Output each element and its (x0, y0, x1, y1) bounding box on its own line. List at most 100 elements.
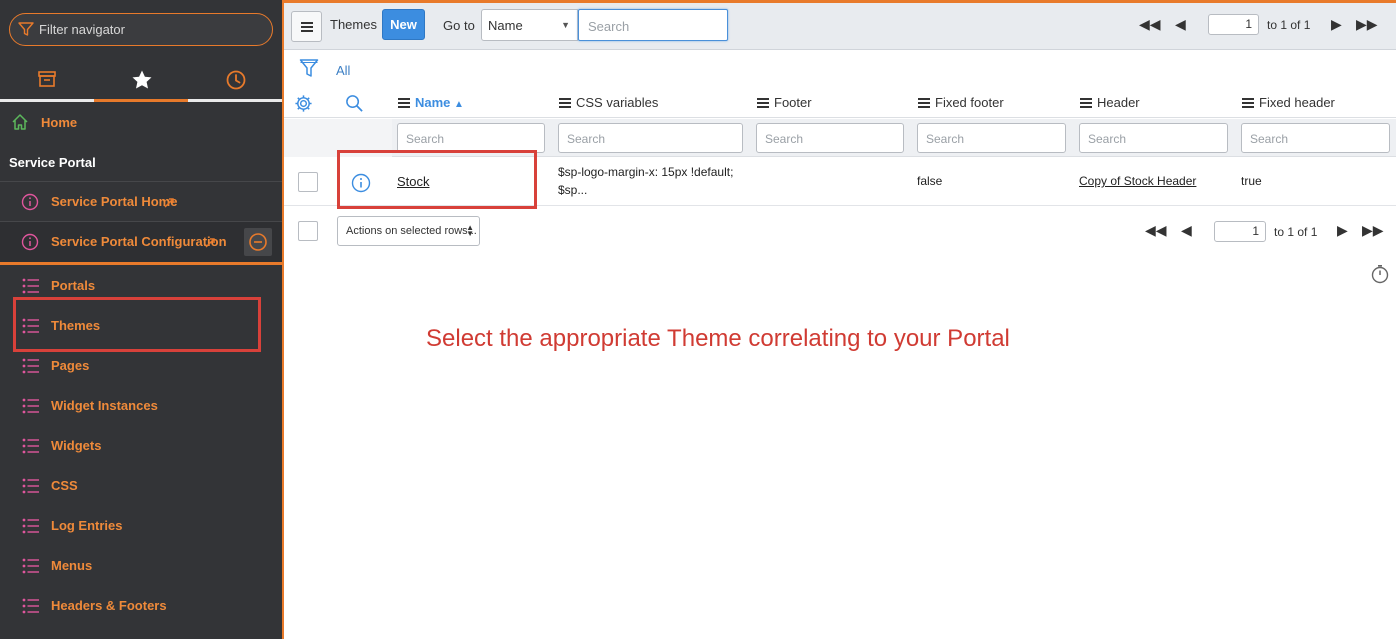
actions-select[interactable]: Actions on selected rows... ▲ ▼ (337, 216, 480, 246)
column-search-header[interactable]: Search (1079, 123, 1228, 153)
column-menu-icon[interactable] (1080, 98, 1092, 108)
next-page-icon[interactable]: ▶ (1331, 16, 1342, 33)
list-title: Themes (330, 17, 377, 32)
column-menu-icon[interactable] (559, 98, 571, 108)
list-icon (22, 598, 40, 619)
search-icon[interactable] (345, 94, 364, 118)
section-label: Service Portal (9, 155, 96, 170)
home-label: Home (41, 115, 78, 130)
actions-select-value: Actions on selected rows... (346, 225, 477, 237)
themes-highlight-box (13, 297, 261, 352)
module-pages[interactable]: Pages (0, 346, 282, 386)
list-icon (22, 558, 40, 579)
list-menu-button[interactable] (291, 11, 322, 42)
page-range-text: to 1 of 1 (1267, 18, 1311, 32)
column-header-fixed-header[interactable]: Fixed header (1242, 95, 1335, 110)
search-placeholder: Search (588, 19, 630, 34)
column-header-name[interactable]: Name ▲ (398, 95, 464, 110)
sort-ascending-icon: ▲ (454, 99, 464, 110)
row-checkbox[interactable] (298, 172, 318, 192)
module-widget-instances[interactable]: Widget Instances (0, 386, 282, 426)
search-placeholder: Search (567, 132, 606, 146)
nav-service-portal-configuration[interactable]: Service Portal Configuration (0, 222, 282, 262)
column-header-css-variables[interactable]: CSS variables (559, 95, 658, 110)
column-header-fixed-footer[interactable]: Fixed footer (918, 95, 1004, 110)
goto-label: Go to (443, 18, 475, 33)
cell-fixed-footer: false (917, 174, 943, 188)
new-button[interactable]: New (382, 9, 425, 40)
external-link-icon (205, 235, 217, 253)
column-menu-icon[interactable] (1242, 98, 1254, 108)
tab-all-applications[interactable] (0, 58, 94, 102)
nav-home[interactable]: Home (0, 104, 282, 140)
module-label: CSS (51, 478, 78, 493)
tab-history[interactable] (188, 58, 282, 102)
page-number-input[interactable]: 1 (1208, 14, 1259, 35)
column-header-footer[interactable]: Footer (757, 95, 812, 110)
page-number-input[interactable]: 1 (1214, 221, 1266, 242)
first-page-icon[interactable]: ◀◀ (1145, 222, 1167, 239)
list-icon (22, 518, 40, 539)
collapse-button[interactable] (244, 228, 272, 256)
list-icon (22, 398, 40, 419)
next-page-icon[interactable]: ▶ (1337, 222, 1348, 239)
breadcrumb-all[interactable]: All (336, 63, 350, 78)
list-search-input[interactable]: Search (578, 9, 728, 41)
column-header-row: Name ▲ CSS variables Footer Fixed footer… (284, 88, 1396, 118)
column-search-footer[interactable]: Search (756, 123, 904, 153)
column-search-fixed-header[interactable]: Search (1241, 123, 1390, 153)
list-view: Themes New Go to Name ▼ Search ◀◀ ◀ 1 to… (284, 0, 1396, 639)
column-search-fixed-footer[interactable]: Search (917, 123, 1066, 153)
application-navigator: Filter navigator Home Service Portal Ser… (0, 0, 284, 639)
column-label: CSS variables (576, 95, 659, 110)
search-placeholder: Search (406, 132, 445, 146)
external-link-icon (164, 195, 176, 213)
column-label: Fixed footer (935, 95, 1004, 110)
column-search-css-variables[interactable]: Search (558, 123, 743, 153)
column-menu-icon[interactable] (398, 98, 410, 108)
tab-favorites[interactable] (94, 58, 188, 102)
column-label: Name (415, 95, 451, 110)
column-search-name[interactable]: Search (397, 123, 545, 153)
previous-page-icon[interactable]: ◀ (1181, 222, 1192, 239)
search-placeholder: Search (1250, 132, 1289, 146)
breadcrumb: All (284, 51, 1396, 87)
list-toolbar: Themes New Go to Name ▼ Search ◀◀ ◀ 1 to… (284, 3, 1396, 50)
module-headers-footers[interactable]: Headers & Footers (0, 586, 282, 626)
filter-icon[interactable] (299, 57, 319, 84)
last-page-icon[interactable]: ▶▶ (1356, 16, 1378, 33)
nav-label: Service Portal Configuration (51, 234, 227, 249)
cell-header-link[interactable]: Copy of Stock Header (1079, 174, 1196, 188)
last-page-icon[interactable]: ▶▶ (1362, 222, 1384, 239)
module-css[interactable]: CSS (0, 466, 282, 506)
annotation-text: Select the appropriate Theme correlating… (426, 325, 1010, 352)
archive-icon (38, 71, 56, 87)
stock-highlight-box (337, 150, 537, 209)
nav-label: Service Portal Home (51, 194, 178, 209)
module-log-entries[interactable]: Log Entries (0, 506, 282, 546)
column-header-header[interactable]: Header (1080, 95, 1140, 110)
page-range-text: to 1 of 1 (1274, 225, 1318, 239)
dropdown-arrow-icon: ▼ (561, 20, 570, 30)
module-label: Menus (51, 558, 93, 573)
search-placeholder: Search (1088, 132, 1127, 146)
module-label: Log Entries (51, 518, 123, 533)
filter-navigator-input[interactable]: Filter navigator (9, 13, 273, 46)
filter-placeholder: Filter navigator (39, 22, 125, 37)
goto-field-value: Name (488, 18, 523, 33)
goto-field-select[interactable]: Name ▼ (481, 9, 578, 41)
previous-page-icon[interactable]: ◀ (1175, 16, 1186, 33)
select-all-checkbox[interactable] (298, 221, 318, 241)
module-menus[interactable]: Menus (0, 546, 282, 586)
first-page-icon[interactable]: ◀◀ (1139, 16, 1161, 33)
list-icon (22, 438, 40, 459)
nav-service-portal-home[interactable]: Service Portal Home (0, 182, 282, 221)
column-menu-icon[interactable] (918, 98, 930, 108)
module-widgets[interactable]: Widgets (0, 426, 282, 466)
stopwatch-icon[interactable] (1370, 264, 1390, 289)
list-icon (22, 358, 40, 379)
section-service-portal[interactable]: Service Portal (0, 142, 282, 180)
module-label: Headers & Footers (51, 598, 167, 613)
column-menu-icon[interactable] (757, 98, 769, 108)
gear-icon[interactable] (294, 94, 313, 118)
